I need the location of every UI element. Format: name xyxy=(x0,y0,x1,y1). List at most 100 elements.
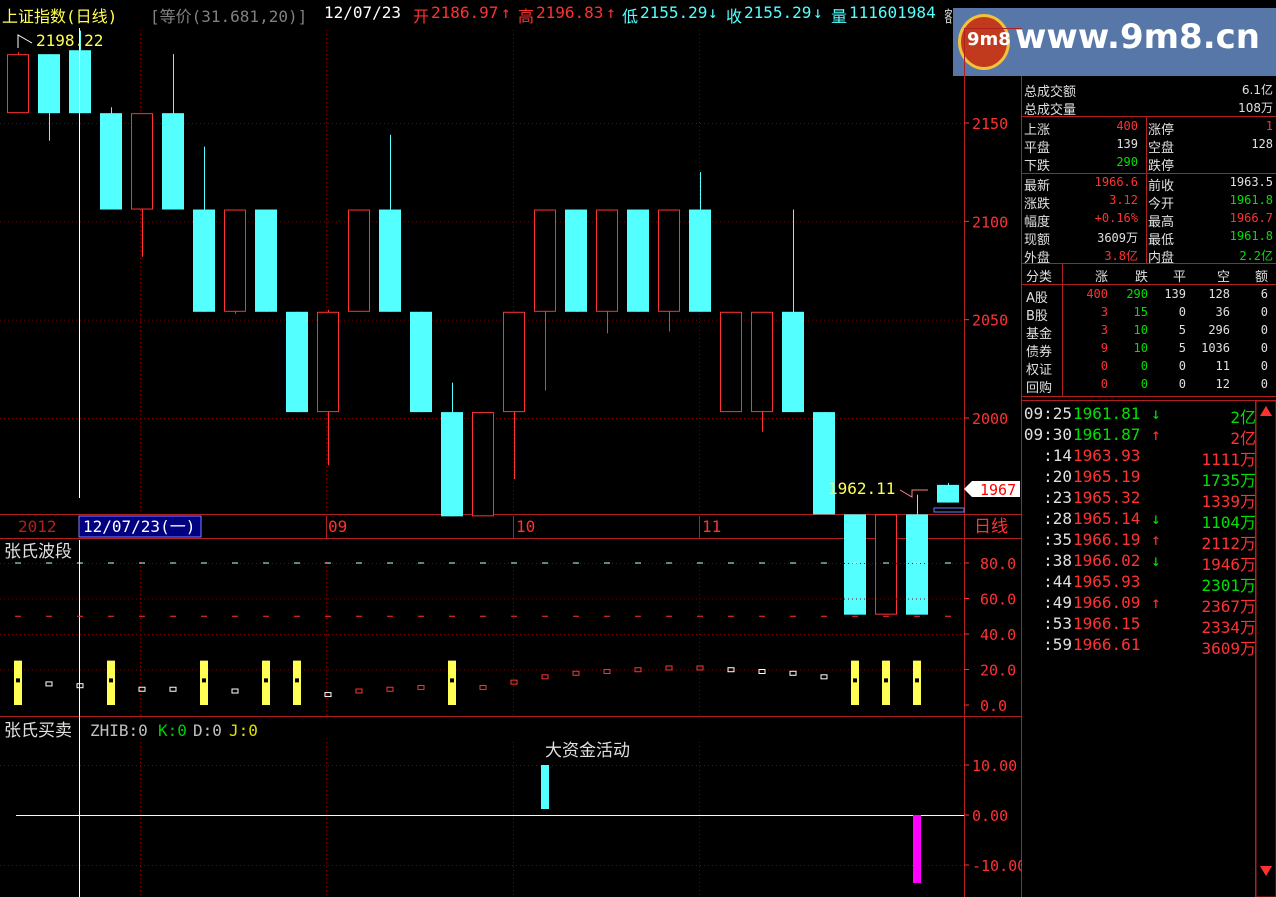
candle xyxy=(255,209,277,312)
breadth-label: 跌停 xyxy=(1148,159,1175,174)
summary-value: 6.1亿 xyxy=(1241,83,1273,97)
tick-time: :53 xyxy=(1043,614,1072,633)
candle-body xyxy=(937,484,959,503)
down-arrow-icon: ↓ xyxy=(1151,551,1161,570)
candle-body xyxy=(193,209,215,312)
candle xyxy=(906,494,928,615)
quote-label: 最高 xyxy=(1148,215,1175,230)
tick-price: 1966.02 xyxy=(1073,551,1141,570)
scrollbar-track xyxy=(1255,400,1276,897)
site-url: www.9m8.cn xyxy=(1015,17,1260,57)
up-arrow-icon: ↑ xyxy=(1151,530,1161,549)
band-tick-label: 20.0 xyxy=(980,662,1016,680)
band-value-mark xyxy=(231,688,239,694)
quote-label: 前收 xyxy=(1148,179,1175,194)
tick-row: :59 1966.61 3609万 xyxy=(1022,635,1256,658)
candle-body xyxy=(813,412,835,515)
band-signal-dot xyxy=(109,678,113,683)
candle xyxy=(348,209,370,312)
category-value: 11 xyxy=(1215,359,1230,373)
tick-row: :23 1965.32 1339万 xyxy=(1022,488,1256,511)
category-value: 0 xyxy=(1140,377,1148,391)
band-tick-label: 0.0 xyxy=(980,697,1007,715)
candle xyxy=(782,209,804,413)
band-signal-bar xyxy=(262,660,270,705)
quote-value: 1963.5 xyxy=(1229,175,1273,189)
quote-label: 最新 xyxy=(1024,179,1051,194)
candle xyxy=(534,209,556,391)
quote-value: 3.8亿 xyxy=(1104,249,1138,263)
category-name: 债券 xyxy=(1026,345,1053,360)
candle xyxy=(224,209,246,314)
breadth-label: 平盘 xyxy=(1024,141,1051,156)
candle-body xyxy=(534,209,556,312)
summary-value: 108万 xyxy=(1238,101,1273,115)
quote-value: +0.16% xyxy=(1094,211,1138,225)
candle-body xyxy=(441,412,463,517)
quote-label: 外盘 xyxy=(1024,251,1051,266)
tick-time: :14 xyxy=(1043,446,1072,465)
candle-body xyxy=(751,311,773,413)
band-value-mark xyxy=(417,684,425,690)
trade-tick-label: 10.00 xyxy=(972,757,1017,775)
breadth-label: 上涨 xyxy=(1024,123,1051,138)
quote-value: 3.12 xyxy=(1109,193,1138,207)
tick-price: 1966.19 xyxy=(1073,530,1141,549)
band-signal-bar xyxy=(851,660,859,705)
candle-body xyxy=(410,311,432,413)
tick-price: 1965.19 xyxy=(1073,467,1141,486)
category-value: 10 xyxy=(1133,341,1148,355)
trade-panel-title: 张氏买卖 xyxy=(4,721,72,741)
tick-price: 1965.93 xyxy=(1073,572,1141,591)
candle xyxy=(100,107,122,210)
price-tick-label: 2050 xyxy=(972,312,1008,330)
trade-axis: 10.00 0.00 -10.00 xyxy=(964,757,1022,875)
month-label-09: 09 xyxy=(328,517,347,536)
quote-label: 幅度 xyxy=(1024,215,1051,230)
tick-row: 09:25 1961.81 ↓ 2亿 xyxy=(1022,404,1256,427)
price-tick-label: 2150 xyxy=(972,115,1008,133)
tick-time: :35 xyxy=(1043,530,1072,549)
category-header: 分类 xyxy=(1026,270,1053,285)
high-marker-line xyxy=(17,34,33,48)
candle-body xyxy=(658,209,680,312)
chart-area[interactable]: 2150 2100 2050 2000 2198.22 1962.11 1967 20… xyxy=(0,0,1022,897)
candle xyxy=(813,412,835,515)
candle-body xyxy=(38,54,60,114)
tick-row: :38 1966.02 ↓ 1946万 xyxy=(1022,551,1256,574)
band-signal-dot xyxy=(450,678,454,683)
band-value-mark xyxy=(386,686,394,692)
breadth-label: 涨停 xyxy=(1148,123,1175,138)
year-label: 2012 xyxy=(18,517,57,536)
quote-label: 涨跌 xyxy=(1024,197,1051,212)
tick-time: :59 xyxy=(1043,635,1072,654)
breadth-value: 139 xyxy=(1116,137,1138,151)
candle-body xyxy=(224,209,246,312)
band-signal-bar xyxy=(448,660,456,705)
band-value-mark xyxy=(138,686,146,692)
tick-price: 1966.09 xyxy=(1073,593,1141,612)
band-signal-bar xyxy=(882,660,890,705)
quote-value: 1966.7 xyxy=(1229,211,1273,225)
category-value: 0 xyxy=(1260,359,1268,373)
category-name: A股 xyxy=(1026,291,1048,306)
breadth-value: 1 xyxy=(1265,119,1273,133)
tick-time: :28 xyxy=(1043,509,1072,528)
trade-tick-label: -10.00 xyxy=(972,857,1022,875)
tick-time: 09:25 xyxy=(1023,404,1072,423)
candle xyxy=(751,311,773,432)
band-value-mark xyxy=(789,670,797,676)
band-panel-title: 张氏波段 xyxy=(4,542,72,562)
quote-label: 内盘 xyxy=(1148,251,1175,266)
candle xyxy=(937,482,959,503)
band-signal-dot xyxy=(853,678,857,683)
sell-signal-bar xyxy=(913,815,921,883)
down-arrow-icon: ↓ xyxy=(1151,509,1161,528)
tick-row: :28 1965.14 ↓ 1104万 xyxy=(1022,509,1256,532)
up-arrow-icon: ↑ xyxy=(1151,425,1161,444)
candle xyxy=(658,209,680,332)
legend-k: K:0 xyxy=(158,721,187,740)
low-marker-line xyxy=(899,489,928,498)
tick-price: 1961.87 xyxy=(1073,425,1141,444)
candle xyxy=(596,209,618,334)
